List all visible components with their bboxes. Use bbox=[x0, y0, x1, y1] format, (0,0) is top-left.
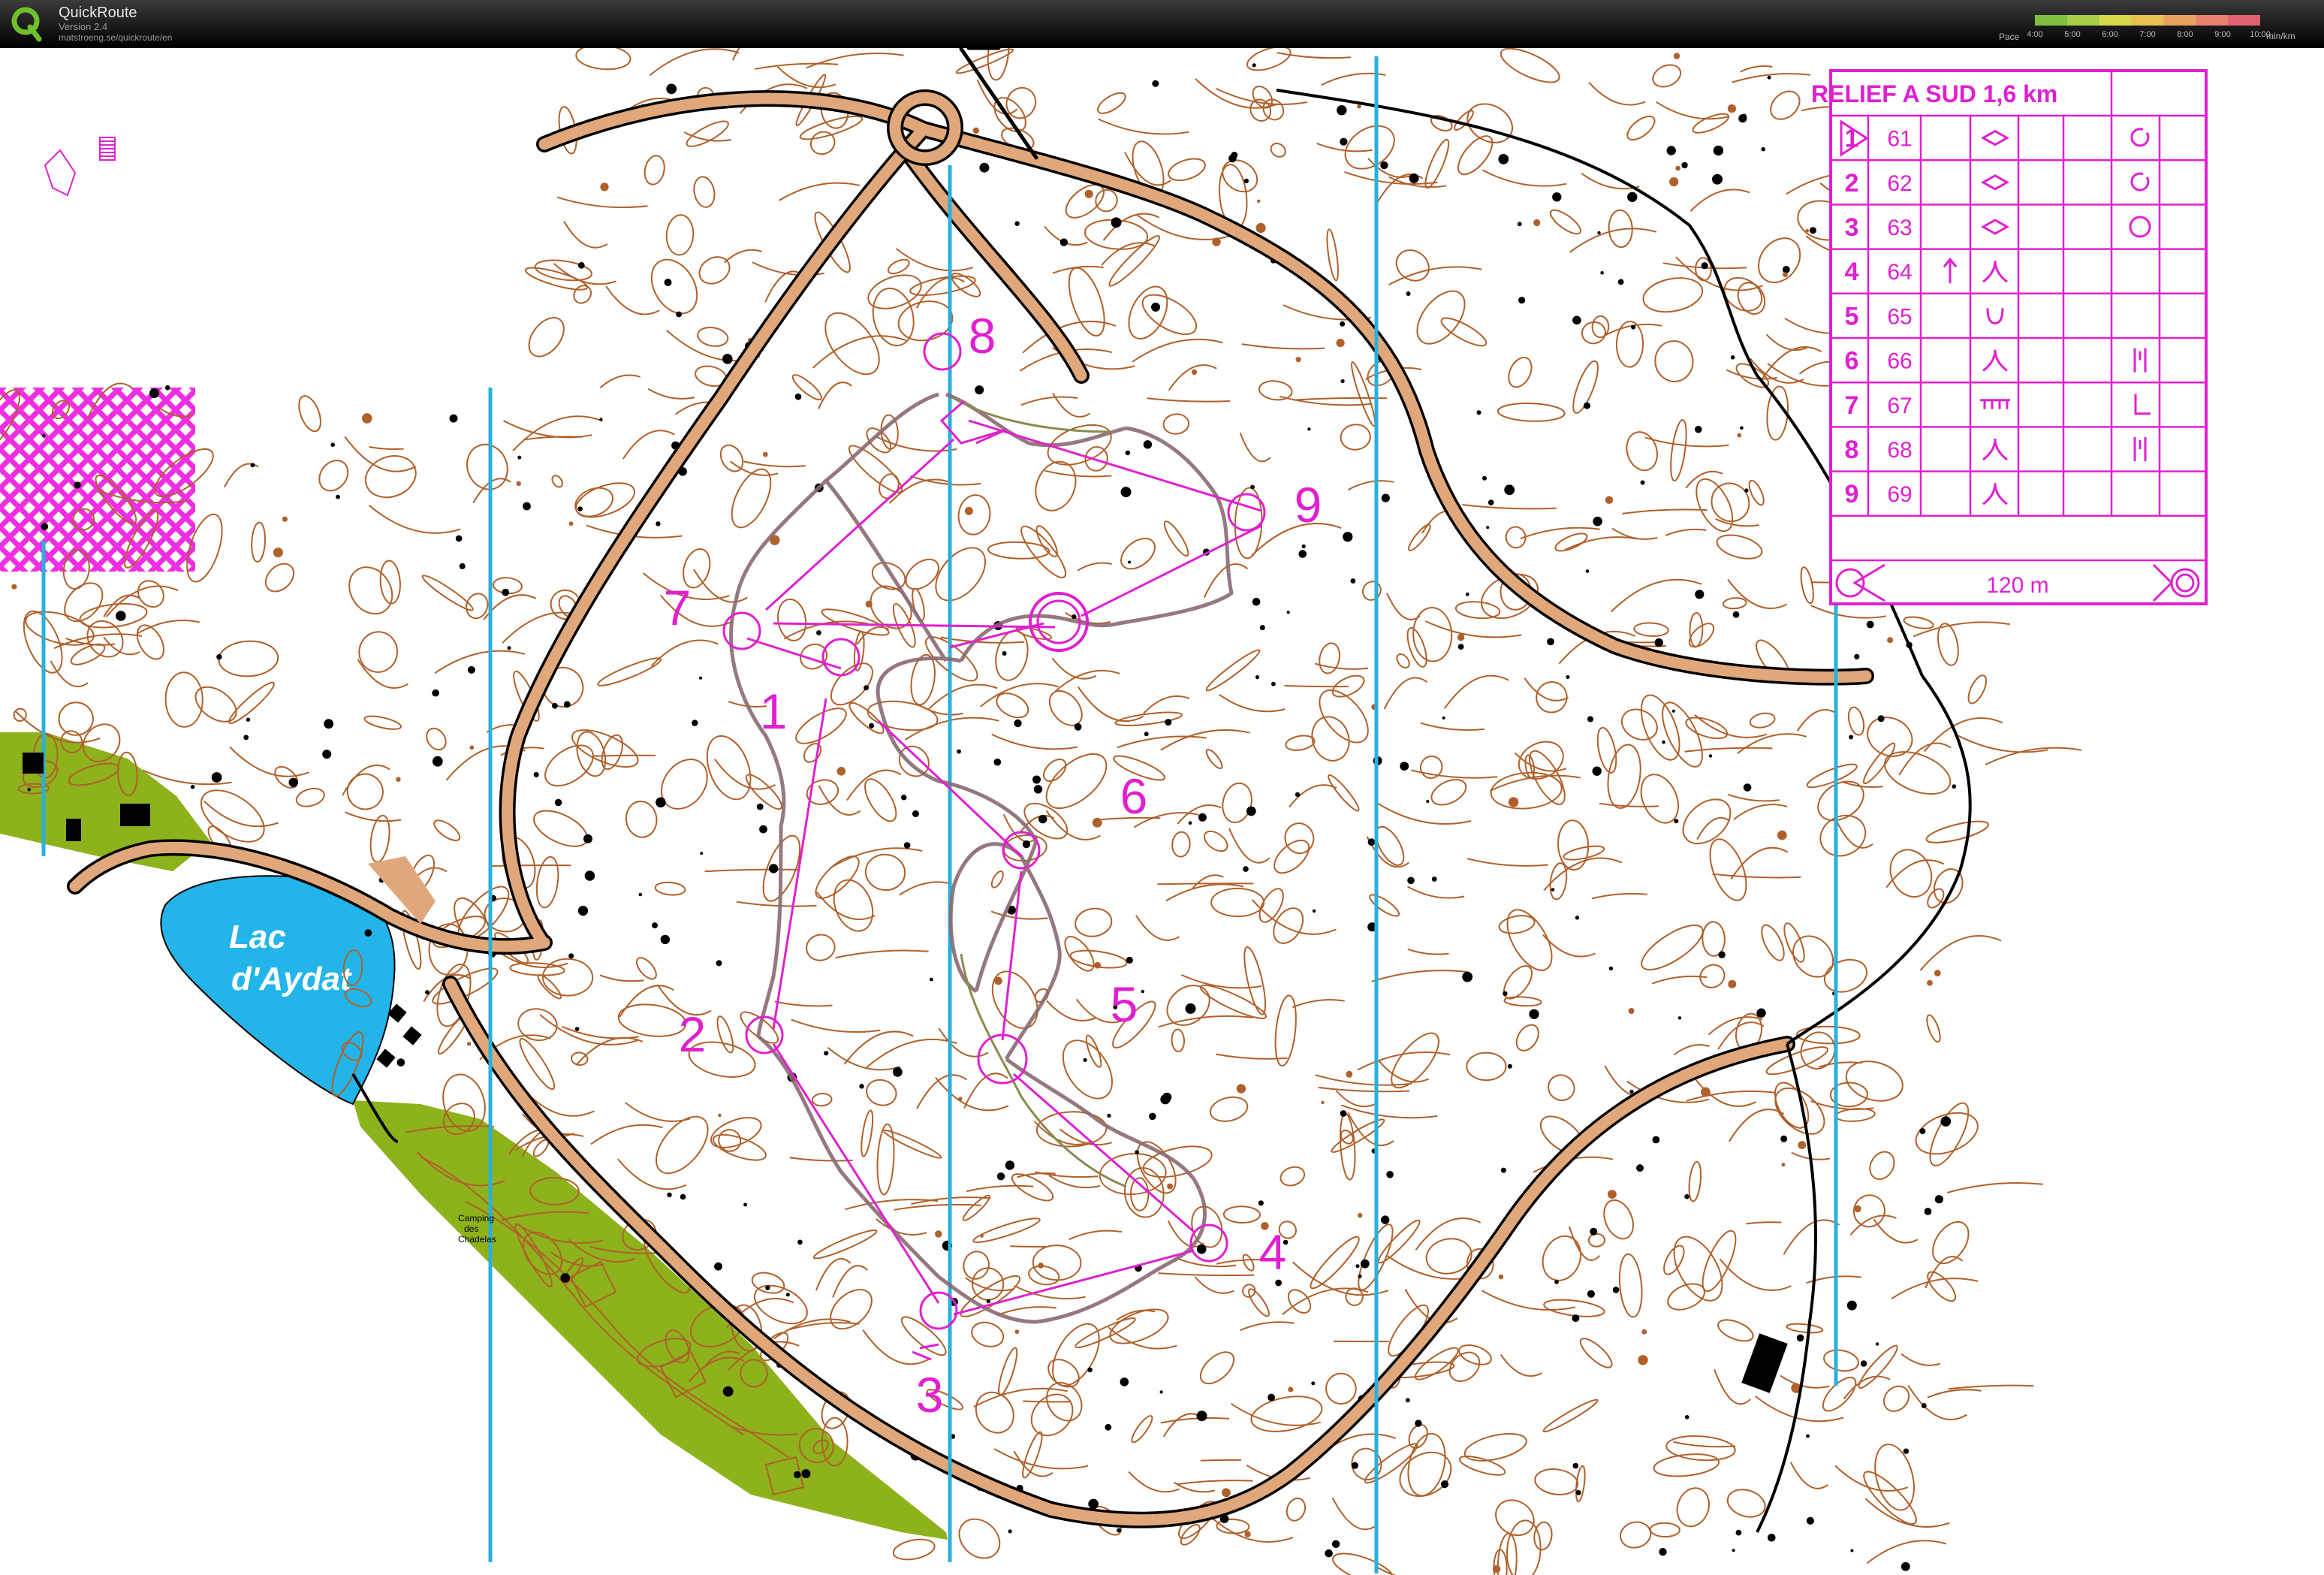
control-number-3: 3 bbox=[916, 1367, 944, 1423]
pace-color-segment bbox=[2131, 15, 2164, 26]
control-sequence-number: 5 bbox=[1845, 302, 1859, 330]
pace-color-segment bbox=[2163, 15, 2196, 26]
control-sequence-number: 6 bbox=[1845, 347, 1859, 376]
camping-label-1: Camping bbox=[458, 1213, 494, 1223]
pace-tick-label: 6:00 bbox=[2102, 30, 2118, 39]
control-sequence-number: 4 bbox=[1845, 258, 1859, 286]
camping-label-3: Chadelas bbox=[458, 1234, 496, 1245]
pace-color-segment bbox=[2035, 15, 2068, 26]
control-number-2: 2 bbox=[679, 1006, 707, 1062]
finish-distance: 120 m bbox=[1986, 573, 2048, 598]
control-number-6: 6 bbox=[1120, 768, 1148, 824]
control-number-1: 1 bbox=[760, 683, 788, 739]
app-version: Version 2.4 bbox=[59, 21, 108, 32]
control-code: 62 bbox=[1887, 171, 1912, 196]
pace-color-segment bbox=[2066, 15, 2100, 26]
pace-color-segment bbox=[2228, 15, 2260, 26]
gps-route bbox=[729, 392, 1234, 1324]
control-number-8: 8 bbox=[969, 308, 996, 364]
control-code: 64 bbox=[1887, 260, 1912, 285]
control-description-card: RELIEF A SUD 1,6 km 1 612 623 634 645 656 667 6… bbox=[1811, 69, 2208, 605]
pace-tick-label: 7:00 bbox=[2139, 30, 2156, 39]
pace-color-scale bbox=[2035, 15, 2260, 26]
control-code: 66 bbox=[1887, 349, 1912, 374]
control-sequence-number: 9 bbox=[1845, 480, 1859, 508]
control-sequence-number: 2 bbox=[1845, 169, 1859, 198]
control-code: 67 bbox=[1887, 394, 1912, 418]
pace-color-segment bbox=[2099, 15, 2133, 26]
control-number-4: 4 bbox=[1259, 1224, 1287, 1280]
control-number-9: 9 bbox=[1295, 477, 1322, 533]
pace-tick-label: 9:00 bbox=[2214, 30, 2231, 39]
orienteering-map[interactable]: Lac d'Aydat Camping des Chadelas 1234567… bbox=[0, 48, 2324, 1575]
pace-color-segment bbox=[2196, 15, 2229, 26]
app-url-link[interactable]: matstroeng.se/quickroute/en bbox=[59, 32, 172, 43]
map-corner-symbols bbox=[44, 137, 116, 197]
pace-ticks: 4:00 5:00 6:00 7:00 8:00 9:00 10:00 bbox=[2027, 30, 2270, 42]
quickroute-logo-icon bbox=[11, 7, 42, 42]
lake-label: Lac bbox=[229, 919, 286, 955]
lake-label-2: d'Aydat bbox=[231, 961, 353, 997]
pace-legend-unit: min/km bbox=[2266, 31, 2295, 41]
control-code: 65 bbox=[1887, 304, 1912, 329]
control-sequence-number: 7 bbox=[1845, 391, 1859, 420]
pace-tick-label: 4:00 bbox=[2027, 30, 2043, 39]
forbidden-area bbox=[0, 388, 195, 572]
pace-legend-label: Pace bbox=[1999, 32, 2020, 42]
app-title: QuickRoute bbox=[59, 5, 137, 21]
course-overprint bbox=[722, 332, 1266, 1361]
control-code: 63 bbox=[1887, 216, 1912, 240]
pace-tick-label: 8:00 bbox=[2177, 30, 2193, 39]
north-lines bbox=[41, 56, 1838, 1573]
control-number-5: 5 bbox=[1111, 976, 1138, 1032]
course-title: RELIEF A SUD 1,6 km bbox=[1811, 80, 2057, 107]
control-code: 69 bbox=[1887, 482, 1912, 507]
control-sequence-number: 8 bbox=[1845, 436, 1859, 464]
control-code: 61 bbox=[1887, 127, 1912, 152]
camping-label-2: des bbox=[464, 1223, 478, 1234]
pace-tick-label: 5:00 bbox=[2064, 30, 2081, 39]
control-number-7: 7 bbox=[664, 580, 692, 635]
control-sequence-number: 1 bbox=[1845, 125, 1859, 153]
title-bar: QuickRoute Version 2.4 matstroeng.se/qui… bbox=[0, 0, 2324, 48]
control-code: 68 bbox=[1887, 438, 1912, 463]
control-sequence-number: 3 bbox=[1845, 213, 1859, 242]
